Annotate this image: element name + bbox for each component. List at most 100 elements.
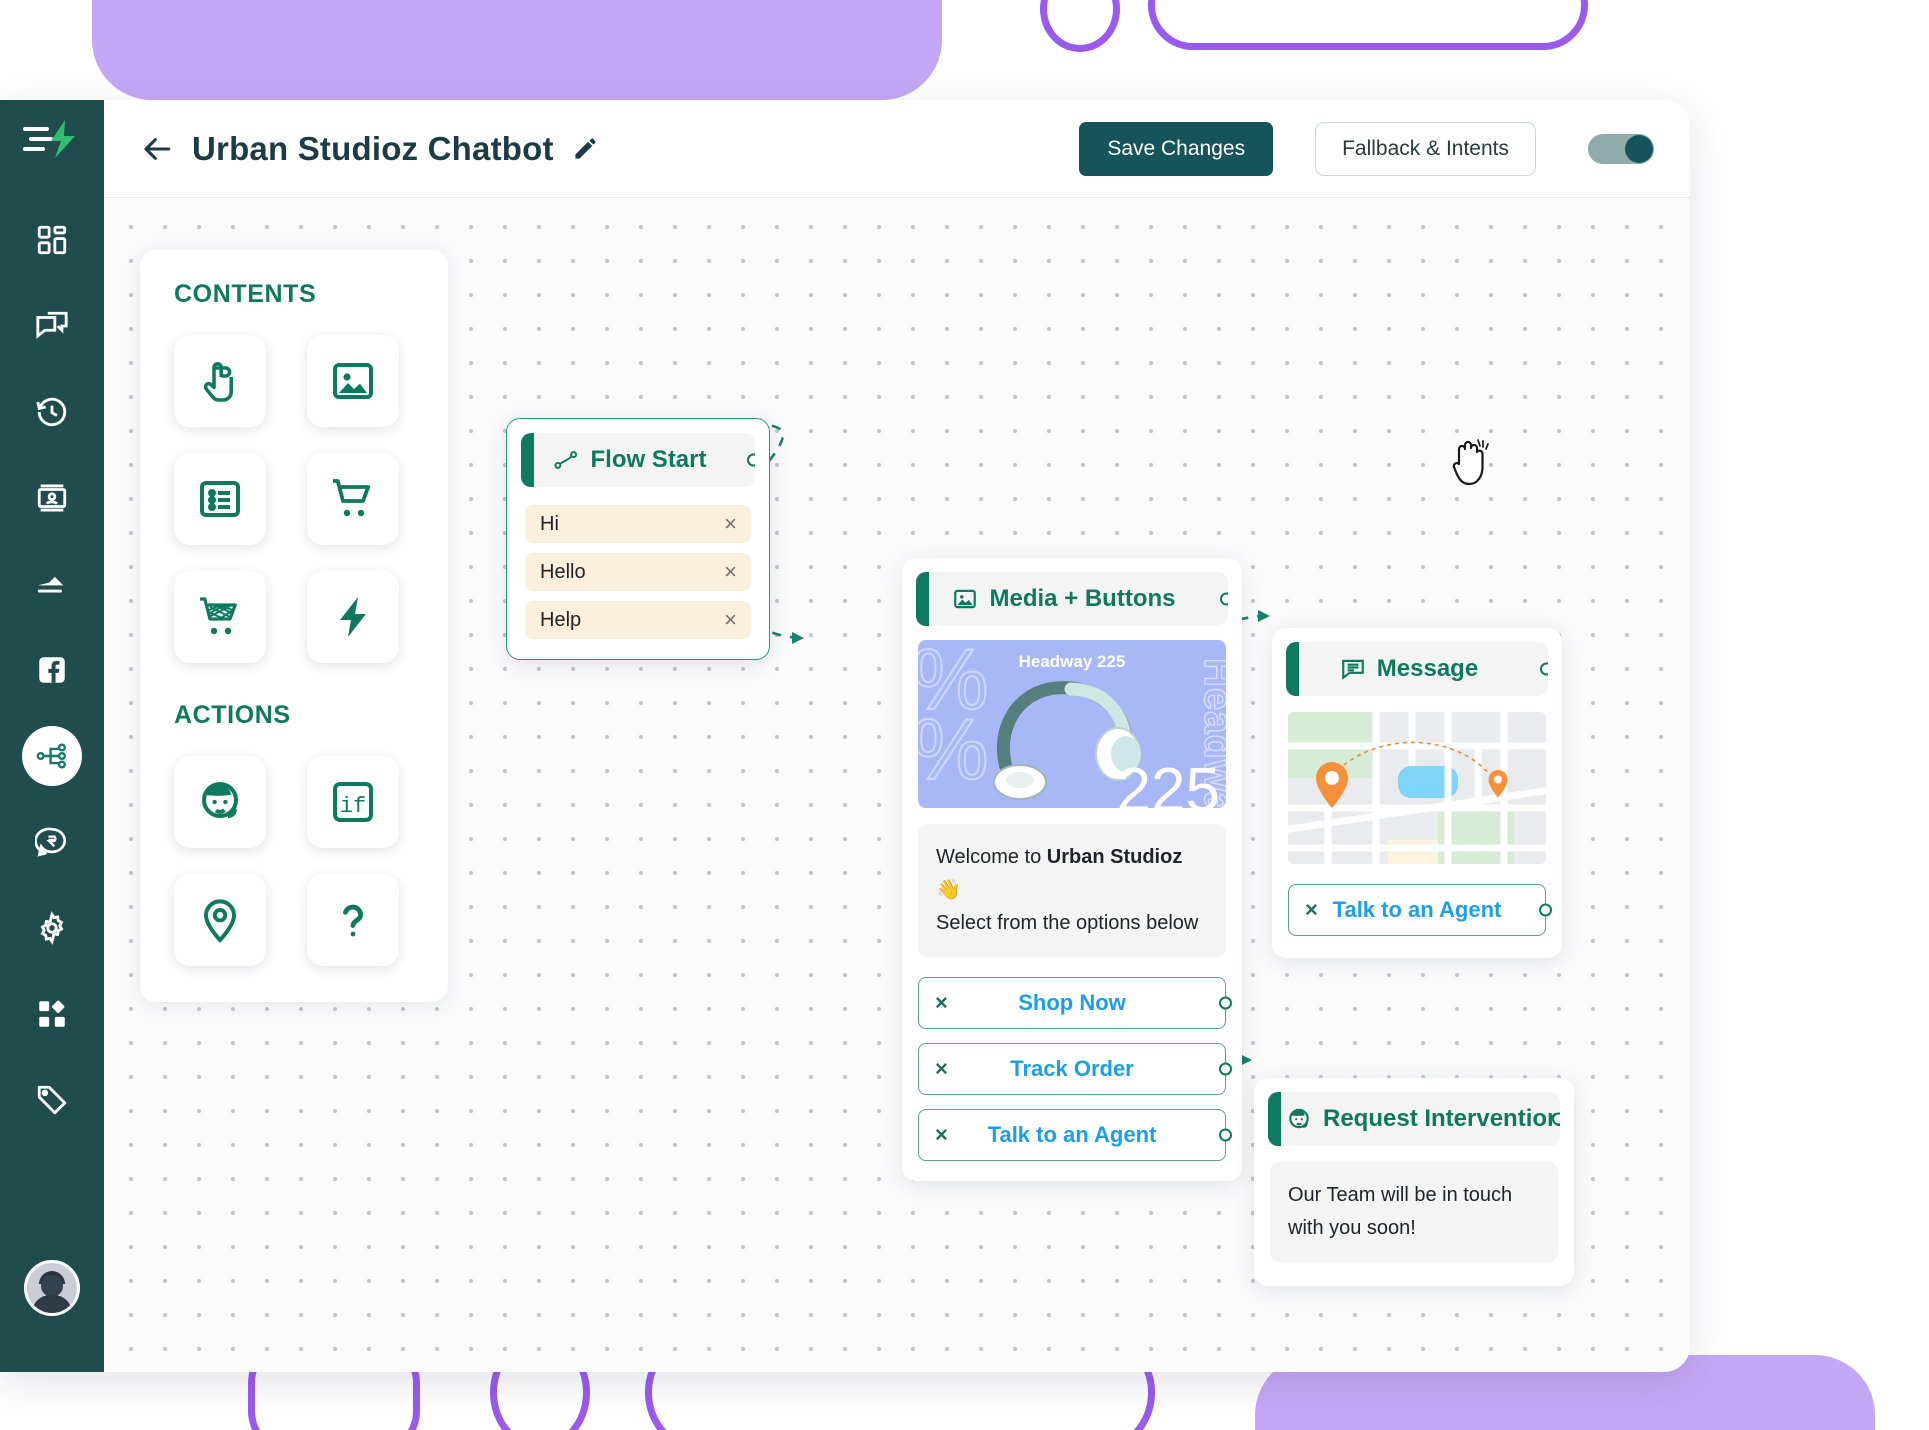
actions-tile-grid: if [174,756,414,966]
remove-option-icon[interactable]: × [935,1058,948,1080]
page-title: Urban Studioz Chatbot [192,129,554,167]
screenshot-root: Urban Studioz Chatbot Save Changes Fallb… [0,0,1929,1430]
node-header: Request Intervention [1268,1092,1560,1146]
decor-ring-top-small [1040,0,1120,52]
sidebar-item-dashboard[interactable] [22,210,82,270]
message-bubble: Our Team will be in touch with you soon! [1270,1162,1558,1262]
remove-option-icon[interactable]: × [935,1124,948,1146]
node-output-port[interactable] [1540,662,1548,676]
remove-trigger-icon[interactable]: × [724,513,737,535]
fallback-intents-button[interactable]: Fallback & Intents [1315,121,1536,176]
remove-trigger-icon[interactable]: × [724,609,737,631]
agent-face-icon [1286,1106,1312,1132]
option-button[interactable]: × Talk to an Agent [1288,884,1552,936]
option-button[interactable]: × Track Order [918,1043,1232,1095]
pencil-icon[interactable] [572,135,599,162]
speed-lightning-logo[interactable] [21,116,83,162]
option-button[interactable]: × Shop Now [918,977,1232,1029]
user-avatar[interactable] [24,1260,80,1316]
sidebar-item-billing[interactable] [22,812,82,872]
option-output-port[interactable] [1219,996,1232,1010]
message-icon [1340,656,1366,682]
image-icon[interactable] [307,335,399,427]
main-pane: Urban Studioz Chatbot Save Changes Fallb… [104,100,1690,1372]
button-option-list: × Shop Now × Track Order × Talk to an Ag… [902,957,1242,1161]
bot-enabled-toggle[interactable] [1588,133,1654,164]
node-output-port[interactable] [1220,592,1228,606]
message-text-bold: Urban Studioz [1046,846,1183,868]
arrow-left-icon[interactable] [142,133,174,165]
trigger-chip[interactable]: Help × [525,601,751,639]
message-text-prefix: Welcome to [936,846,1047,868]
sidebar-item-integrations[interactable] [22,984,82,1044]
sidebar-item-conversations[interactable] [22,296,82,356]
trigger-list: Hi × Hello × Help × [507,487,769,659]
sidebar-item-settings[interactable] [22,898,82,958]
image-icon [952,586,978,612]
location-pin-icon[interactable] [174,874,266,966]
sidebar-item-labels[interactable] [22,1070,82,1130]
top-header-bar: Urban Studioz Chatbot Save Changes Fallb… [104,100,1690,198]
node-header: Flow Start [521,433,755,487]
agent-face-icon[interactable] [174,756,266,848]
node-output-port[interactable] [1552,1112,1560,1126]
node-title: Request Intervention [1323,1105,1560,1132]
node-media-buttons[interactable]: Media + Buttons % % Headway Headway 225 [902,558,1242,1181]
sidebar-item-facebook[interactable] [22,640,82,700]
content-palette-panel: CONTENTS ACTIONS if [140,250,448,1002]
node-accent-bar [916,572,929,626]
tap-button-icon[interactable] [174,335,266,427]
list-icon[interactable] [174,453,266,545]
node-title: Media + Buttons [989,585,1176,612]
option-label: Talk to an Agent [987,1122,1157,1147]
node-flow-start[interactable]: Flow Start Hi × Hello × Help × [506,418,770,660]
sidebar-item-contacts[interactable] [22,468,82,528]
route-map-image [1288,712,1546,864]
option-output-port[interactable] [1539,903,1552,917]
media-caption: Headway 225 [1018,652,1126,671]
node-accent-bar [521,433,534,487]
question-mark-icon[interactable] [307,874,399,966]
node-accent-bar [1286,642,1299,696]
if-condition-icon[interactable]: if [307,756,399,848]
trigger-chip[interactable]: Hi × [525,505,751,543]
option-output-port[interactable] [1219,1062,1232,1076]
remove-option-icon[interactable]: × [935,992,948,1014]
cart-icon[interactable] [307,453,399,545]
node-accent-bar [1268,1092,1281,1146]
remove-option-icon[interactable]: × [1305,899,1318,921]
lightning-icon[interactable] [307,571,399,663]
decor-shape-top-left [92,0,942,100]
node-header: Message [1286,642,1548,696]
cart-filled-icon[interactable] [174,571,266,663]
option-label: Shop Now [1018,990,1126,1015]
node-request-intervention[interactable]: Request Intervention Our Team will be in… [1254,1078,1574,1286]
svg-text:if: if [340,794,366,819]
contents-tile-grid [174,335,414,663]
left-sidebar [0,100,104,1372]
sidebar-item-broadcast[interactable] [22,554,82,614]
palette-contents-title: CONTENTS [174,280,317,308]
option-output-port[interactable] [1219,1128,1232,1142]
option-button[interactable]: × Talk to an Agent [918,1109,1232,1161]
sidebar-item-flow-builder[interactable] [22,726,82,786]
trigger-chip[interactable]: Hello × [525,553,751,591]
sidebar-nav [22,210,82,1130]
decor-ring-top-long [1148,0,1588,50]
app-window: Urban Studioz Chatbot Save Changes Fallb… [0,100,1690,1372]
sidebar-item-history[interactable] [22,382,82,442]
flow-canvas[interactable]: × × × CONTENTS [104,198,1690,1372]
remove-trigger-icon[interactable]: × [724,561,737,583]
button-option-list: × Talk to an Agent [1272,864,1562,936]
message-text-line2: Select from the options below [936,912,1199,934]
option-label: Track Order [1010,1056,1134,1081]
node-message[interactable]: Message × Talk to an Agent [1272,628,1562,958]
palette-actions-title: ACTIONS [174,701,291,729]
trigger-label: Hi [540,512,559,535]
trigger-label: Hello [540,560,586,583]
wave-emoji: 👋 [936,879,961,901]
node-output-port[interactable] [747,453,755,467]
node-title: Message [1376,655,1479,682]
save-changes-button[interactable]: Save Changes [1079,121,1274,176]
media-big-number: 225 [1116,756,1220,809]
